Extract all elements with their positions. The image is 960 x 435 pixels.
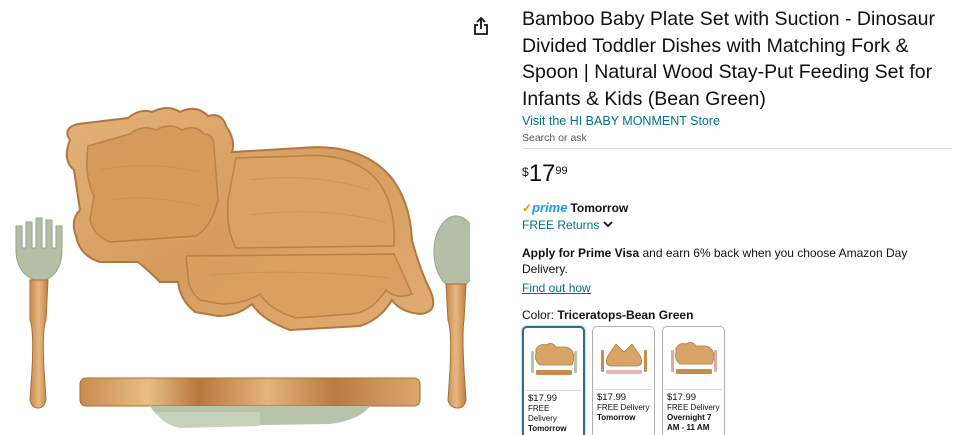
product-details: Bamboo Baby Plate Set with Suction - Din… xyxy=(522,6,952,435)
product-image-drawing xyxy=(15,107,470,428)
swatch-price: $17.99 xyxy=(528,393,558,404)
swatch-delivery: FREE Delivery xyxy=(667,403,720,412)
swatch-thumbnail xyxy=(663,327,724,389)
free-returns-link[interactable]: FREE Returns xyxy=(522,218,613,232)
prime-delivery: ✓ prime Tomorrow xyxy=(522,200,952,215)
prime-delivery-date: Tomorrow xyxy=(570,200,629,215)
swatch-option[interactable]: $17.99 FREE Delivery Overnight 7 AM - 11… xyxy=(662,326,725,435)
plate-side-view xyxy=(79,377,421,428)
color-swatches: $17.99 FREE Delivery Tomorrow $17.99 FRE… xyxy=(522,326,952,435)
prime-check-icon: ✓ xyxy=(522,200,533,215)
dinosaur-plate xyxy=(65,107,435,332)
color-label: Color: Triceratops-Bean Green xyxy=(522,308,952,322)
swatch-price: $17.99 xyxy=(667,392,697,403)
product-title: Bamboo Baby Plate Set with Suction - Din… xyxy=(522,8,935,110)
free-returns-label: FREE Returns xyxy=(522,218,600,232)
price: $ 17 99 xyxy=(522,162,952,190)
share-icon[interactable] xyxy=(472,16,490,36)
prime-visa-offer-title: Apply for Prime Visa xyxy=(522,246,640,260)
fork xyxy=(15,217,63,409)
price-whole: 17 xyxy=(528,160,556,187)
chevron-down-icon xyxy=(603,220,613,231)
swatch-option[interactable]: $17.99 FREE Delivery Tomorrow xyxy=(522,326,585,435)
price-fraction: 99 xyxy=(555,165,568,177)
swatch-delivery-date: Tomorrow xyxy=(597,413,636,422)
swatch-delivery-date: Overnight 7 AM - 11 AM xyxy=(667,413,712,432)
price-symbol: $ xyxy=(522,165,529,179)
color-label-prefix: Color: xyxy=(522,308,558,322)
store-link[interactable]: Visit the HI BABY MONMENT Store xyxy=(522,114,952,128)
swatch-info: $17.99 FREE Delivery Tomorrow xyxy=(593,390,654,423)
color-selected-value: Triceratops-Bean Green xyxy=(557,308,694,322)
swatch-delivery: FREE Delivery xyxy=(528,404,557,423)
swatch-thumbnail xyxy=(524,328,583,390)
swatch-info: $17.99 FREE Delivery Overnight 7 AM - 11… xyxy=(663,390,724,433)
find-out-how-link[interactable]: Find out how xyxy=(522,281,591,295)
swatch-delivery: FREE Delivery xyxy=(597,403,650,412)
spoon xyxy=(433,215,470,409)
prime-logo: prime xyxy=(532,200,568,215)
divider xyxy=(522,148,952,149)
swatch-option[interactable]: $17.99 FREE Delivery Tomorrow xyxy=(592,326,655,435)
product-image[interactable] xyxy=(0,0,470,435)
prime-visa-offer: Apply for Prime Visa and earn 6% back wh… xyxy=(522,245,952,277)
swatch-info: $17.99 FREE Delivery Tomorrow xyxy=(524,391,583,434)
search-or-ask-link[interactable]: Search or ask xyxy=(522,132,952,144)
swatch-delivery-date: Tomorrow xyxy=(528,424,567,433)
swatch-price: $17.99 xyxy=(597,392,627,403)
swatch-thumbnail xyxy=(593,327,654,389)
